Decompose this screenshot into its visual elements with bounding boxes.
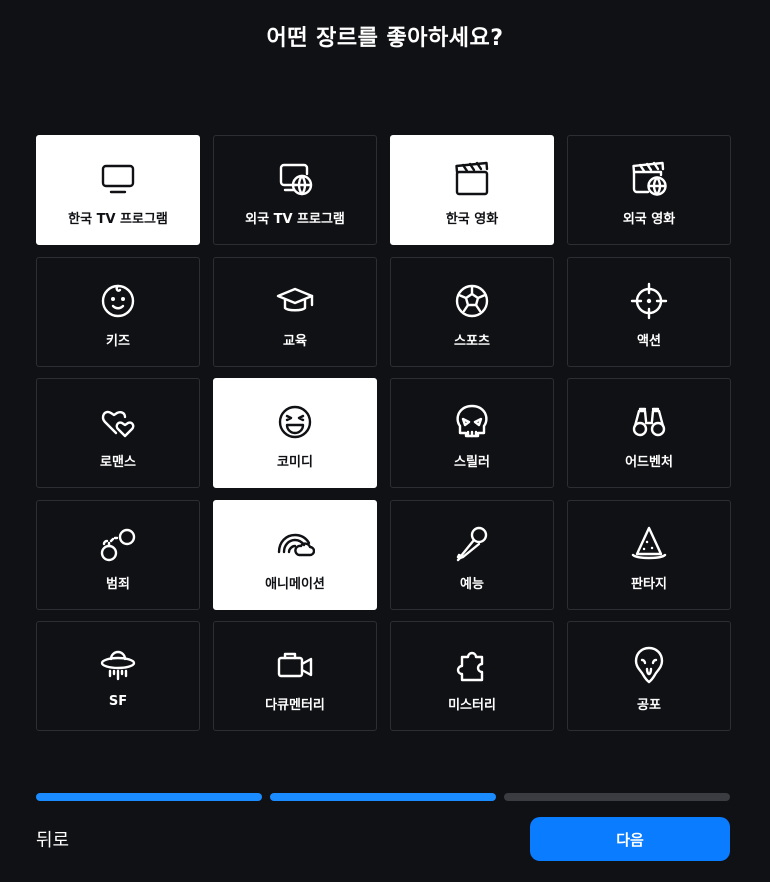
hearts-icon: [97, 401, 139, 443]
genre-label: 스릴러: [454, 455, 490, 470]
genre-tile[interactable]: 공포: [567, 621, 731, 731]
genre-label: SF: [108, 694, 128, 709]
genre-tile[interactable]: 교육: [213, 256, 377, 367]
genre-tile[interactable]: 한국 영화: [390, 135, 554, 245]
genre-tile[interactable]: 키즈: [36, 256, 200, 367]
ufo-icon: [97, 644, 139, 686]
genre-tile[interactable]: 스포츠: [390, 256, 554, 367]
genre-tile[interactable]: 범죄: [36, 499, 200, 610]
genre-tile[interactable]: 외국 영화: [567, 135, 731, 245]
genre-label: 판타지: [631, 576, 667, 592]
genre-label: 스포츠: [454, 333, 490, 349]
clapperboard-globe-icon: [628, 158, 670, 200]
page-title: 어떤 장르를 좋아하세요?: [266, 26, 504, 51]
genre-label: 예능: [460, 576, 484, 592]
genre-tile[interactable]: SF: [36, 621, 200, 731]
genre-grid: 한국 TV 프로그램 외국 TV 프로그램 한국 영화 외국 영화키즈 교육 스포츠 액션로…: [36, 135, 731, 731]
genre-label: 키즈: [106, 333, 130, 349]
genre-tile[interactable]: 어드벤처: [567, 378, 731, 488]
video-camera-icon: [274, 644, 316, 686]
tv-globe-icon: [274, 158, 316, 200]
genre-tile[interactable]: 예능: [390, 499, 554, 610]
genre-tile[interactable]: 외국 TV 프로그램: [213, 135, 377, 245]
genre-tile[interactable]: 판타지: [567, 499, 731, 610]
genre-label: 교육: [283, 333, 307, 349]
microphone-icon: [451, 523, 493, 565]
genre-label: 애니메이션: [265, 576, 325, 592]
genre-tile[interactable]: 로맨스: [36, 378, 200, 488]
genre-label: 외국 TV 프로그램: [245, 212, 345, 227]
next-button[interactable]: 다음: [530, 817, 730, 861]
genre-label: 외국 영화: [622, 212, 676, 227]
binoculars-icon: [628, 401, 670, 443]
genre-tile[interactable]: 다큐멘터리: [213, 621, 377, 731]
genre-label: 한국 TV 프로그램: [68, 212, 168, 227]
baby-face-icon: [97, 280, 139, 322]
genre-label: 한국 영화: [445, 212, 499, 227]
genre-tile[interactable]: 코미디: [213, 378, 377, 488]
genre-label: 어드벤처: [625, 455, 673, 470]
genre-label: 다큐멘터리: [265, 698, 325, 713]
back-button[interactable]: 뒤로: [36, 826, 69, 852]
genre-label: 범죄: [106, 576, 130, 592]
rainbow-cloud-icon: [274, 523, 316, 565]
progress-segment: [36, 793, 262, 801]
genre-tile[interactable]: 스릴러: [390, 378, 554, 488]
genre-label: 로맨스: [100, 455, 136, 470]
progress-segment: [504, 793, 730, 801]
ghost-mask-icon: [628, 644, 670, 686]
handcuffs-icon: [97, 523, 139, 565]
genre-tile[interactable]: 애니메이션: [213, 499, 377, 610]
skull-icon: [451, 401, 493, 443]
genre-tile[interactable]: 액션: [567, 256, 731, 367]
genre-label: 미스터리: [448, 698, 496, 713]
genre-label: 액션: [637, 333, 661, 349]
genre-label: 코미디: [277, 455, 313, 470]
genre-tile[interactable]: 미스터리: [390, 621, 554, 731]
wizard-hat-icon: [628, 523, 670, 565]
crosshair-icon: [628, 280, 670, 322]
progress-segment: [270, 793, 496, 801]
genre-tile[interactable]: 한국 TV 프로그램: [36, 135, 200, 245]
soccer-ball-icon: [451, 280, 493, 322]
graduation-cap-icon: [274, 280, 316, 322]
clapperboard-icon: [451, 158, 493, 200]
puzzle-piece-icon: [451, 644, 493, 686]
progress-bar: [36, 793, 730, 801]
tv-icon: [97, 158, 139, 200]
laughing-face-icon: [274, 401, 316, 443]
genre-label: 공포: [637, 698, 661, 713]
